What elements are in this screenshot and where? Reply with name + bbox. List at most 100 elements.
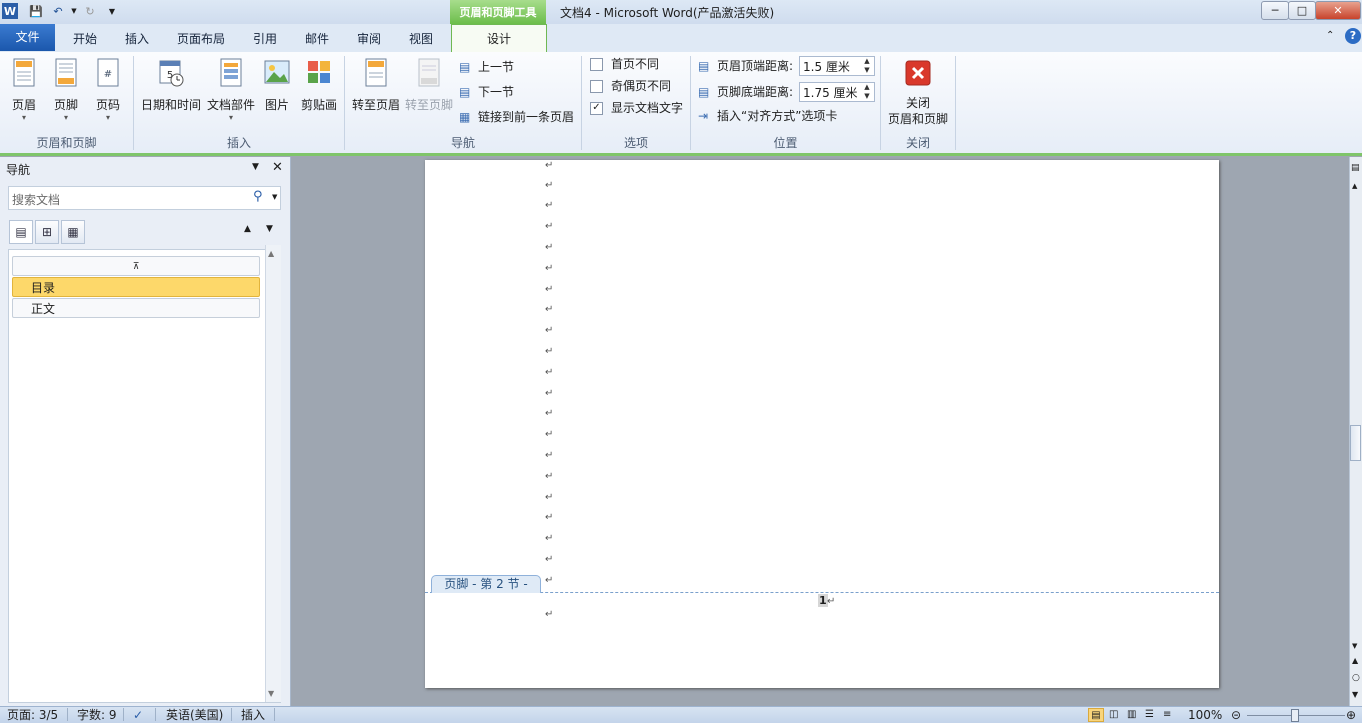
footer-from-bottom-value[interactable]: 1.75 厘米 (803, 84, 858, 101)
group-label-header-footer: 页眉和页脚 (36, 136, 97, 150)
different-odd-even-checkbox[interactable]: 奇偶页不同 (590, 76, 671, 96)
undo-icon[interactable]: ↶ (50, 3, 66, 19)
web-layout-icon[interactable]: ▥ (1127, 708, 1136, 722)
full-screen-reading-icon[interactable]: ◫ (1109, 708, 1118, 722)
browse-pages-tab[interactable]: ⊞ (35, 220, 59, 244)
close-window-button[interactable]: ✕ (1315, 1, 1361, 20)
search-input[interactable]: 搜索文档 ⚲ ▼ (8, 186, 281, 210)
tab-insert[interactable]: 插入 (115, 28, 159, 50)
minimize-button[interactable]: ─ (1261, 1, 1289, 20)
status-separator (123, 708, 124, 721)
scroll-down-icon[interactable]: ▼ (268, 689, 274, 698)
checkbox-box[interactable] (590, 57, 603, 71)
previous-section-button[interactable]: ▤ 上一节 (459, 57, 514, 77)
page-number-button[interactable]: # 页码 ▾ (90, 56, 126, 126)
next-heading-icon[interactable]: ▼ (266, 224, 273, 234)
collapse-all-button[interactable]: ⊼ (12, 256, 260, 276)
tab-design[interactable]: 设计 (451, 24, 547, 53)
footer-from-bottom-spinner[interactable]: 1.75 厘米 ▲ ▼ (799, 82, 875, 102)
tab-home[interactable]: 开始 (63, 28, 107, 50)
help-icon[interactable]: ? (1345, 28, 1361, 44)
status-insert-mode[interactable]: 插入 (241, 708, 265, 722)
minimize-ribbon-icon[interactable]: ⌃ (1326, 30, 1334, 41)
previous-page-icon[interactable]: ▲ (1352, 656, 1358, 665)
checkbox-checked[interactable]: ✓ (590, 101, 603, 115)
outline-view-icon[interactable]: ☰ (1145, 708, 1154, 722)
proofing-icon[interactable]: ✓ (133, 708, 143, 722)
word-app-icon[interactable]: W (2, 3, 18, 19)
status-separator (155, 708, 156, 721)
ruler-toggle-icon[interactable]: ▤ (1351, 163, 1360, 173)
next-section-button[interactable]: ▤ 下一节 (459, 82, 514, 102)
zoom-slider-thumb[interactable] (1291, 709, 1299, 722)
maximize-button[interactable]: □ (1288, 1, 1316, 20)
zoom-out-icon[interactable]: ⊝ (1231, 708, 1241, 722)
next-page-icon[interactable]: ▼ (1352, 690, 1358, 699)
previous-heading-icon[interactable]: ▲ (244, 224, 251, 234)
list-item[interactable]: 目录 (12, 277, 260, 297)
close-header-footer-button[interactable]: 关闭 页眉和页脚 (884, 56, 952, 126)
svg-text:#: # (104, 69, 112, 80)
tab-review[interactable]: 审阅 (347, 28, 391, 50)
zoom-in-icon[interactable]: ⊕ (1346, 708, 1356, 722)
browse-headings-tab[interactable]: ▤ (9, 220, 33, 244)
paragraph-mark: ↵ (545, 492, 554, 503)
headings-icon: ▤ (15, 225, 27, 239)
search-options-icon[interactable]: ▼ (272, 193, 277, 201)
tab-file[interactable]: 文件 (0, 24, 55, 51)
goto-footer-button[interactable]: 转至页脚 (403, 56, 455, 126)
different-first-page-checkbox[interactable]: 首页不同 (590, 54, 659, 74)
checkbox-box[interactable] (590, 79, 603, 93)
show-document-text-checkbox[interactable]: ✓ 显示文档文字 (590, 98, 683, 118)
close-icon[interactable]: ✕ (272, 160, 283, 175)
tab-references[interactable]: 引用 (243, 28, 287, 50)
chevron-down-icon: ▾ (228, 113, 233, 122)
list-item[interactable]: 正文 (12, 298, 260, 318)
footer-section-tag: 页脚 - 第 2 节 - (431, 575, 541, 593)
scroll-up-icon[interactable]: ▲ (1352, 182, 1357, 190)
customize-quick-access-icon[interactable]: ▼ (104, 3, 120, 19)
paragraph-mark: ↵ (827, 596, 836, 607)
link-to-previous-button[interactable]: ▦ 链接到前一条页眉 (459, 107, 574, 127)
print-layout-view-icon[interactable]: ▤ (1088, 708, 1104, 722)
tab-view[interactable]: 视图 (399, 28, 443, 50)
header-from-top-value[interactable]: 1.5 厘米 (803, 58, 850, 75)
browse-results-tab[interactable]: ▦ (61, 220, 85, 244)
scroll-up-icon[interactable]: ▲ (268, 249, 274, 258)
clip-art-button[interactable]: 剪贴画 (298, 56, 340, 126)
paragraph-mark: ↵ (545, 221, 554, 232)
quick-parts-button[interactable]: 文档部件 ▾ (204, 56, 258, 126)
footer-from-bottom-label: ▤ 页脚底端距离: (698, 82, 793, 102)
zoom-level[interactable]: 100% (1188, 708, 1222, 722)
nav-scrollbar[interactable] (265, 245, 281, 702)
scroll-thumb[interactable] (1350, 425, 1361, 461)
status-page[interactable]: 页面: 3/5 (7, 708, 58, 722)
tab-mailings[interactable]: 邮件 (295, 28, 339, 50)
save-icon[interactable]: 💾 (28, 3, 44, 19)
header-button[interactable]: 页眉 ▾ (6, 56, 42, 126)
status-words[interactable]: 字数: 9 (77, 708, 117, 722)
context-tools-label: 页眉和页脚工具 (450, 0, 546, 24)
picture-button[interactable]: 图片 (260, 56, 294, 126)
group-label-options: 选项 (623, 136, 648, 150)
goto-header-button[interactable]: 转至页眉 (350, 56, 402, 126)
header-from-top-spinner[interactable]: 1.5 厘米 ▲ ▼ (799, 56, 875, 76)
redo-icon[interactable]: ↻ (82, 3, 98, 19)
group-label-insert: 插入 (226, 136, 251, 150)
browse-object-icon[interactable]: ○ (1352, 673, 1360, 683)
insert-alignment-tab-button[interactable]: ⇥ 插入“对齐方式”选项卡 (698, 106, 837, 126)
footer-button[interactable]: 页脚 ▾ (48, 56, 84, 126)
paragraph-mark: ↵ (545, 304, 554, 315)
tab-page-layout[interactable]: 页面布局 (169, 28, 233, 50)
status-language[interactable]: 英语(美国) (166, 708, 223, 722)
nav-pane-menu-icon[interactable]: ▼ (252, 162, 259, 172)
group-label-close: 关闭 (905, 136, 930, 150)
date-time-button[interactable]: 5 日期和时间 (138, 56, 204, 126)
draft-view-icon[interactable]: ≡ (1163, 708, 1171, 722)
spinner-arrows-icon[interactable]: ▲ ▼ (860, 83, 874, 101)
undo-dropdown-icon[interactable]: ▼ (66, 3, 82, 19)
search-icon[interactable]: ⚲ (253, 189, 263, 204)
paragraph-mark: ↵ (545, 325, 554, 336)
spinner-arrows-icon[interactable]: ▲ ▼ (860, 57, 874, 75)
scroll-down-icon[interactable]: ▼ (1352, 642, 1357, 650)
